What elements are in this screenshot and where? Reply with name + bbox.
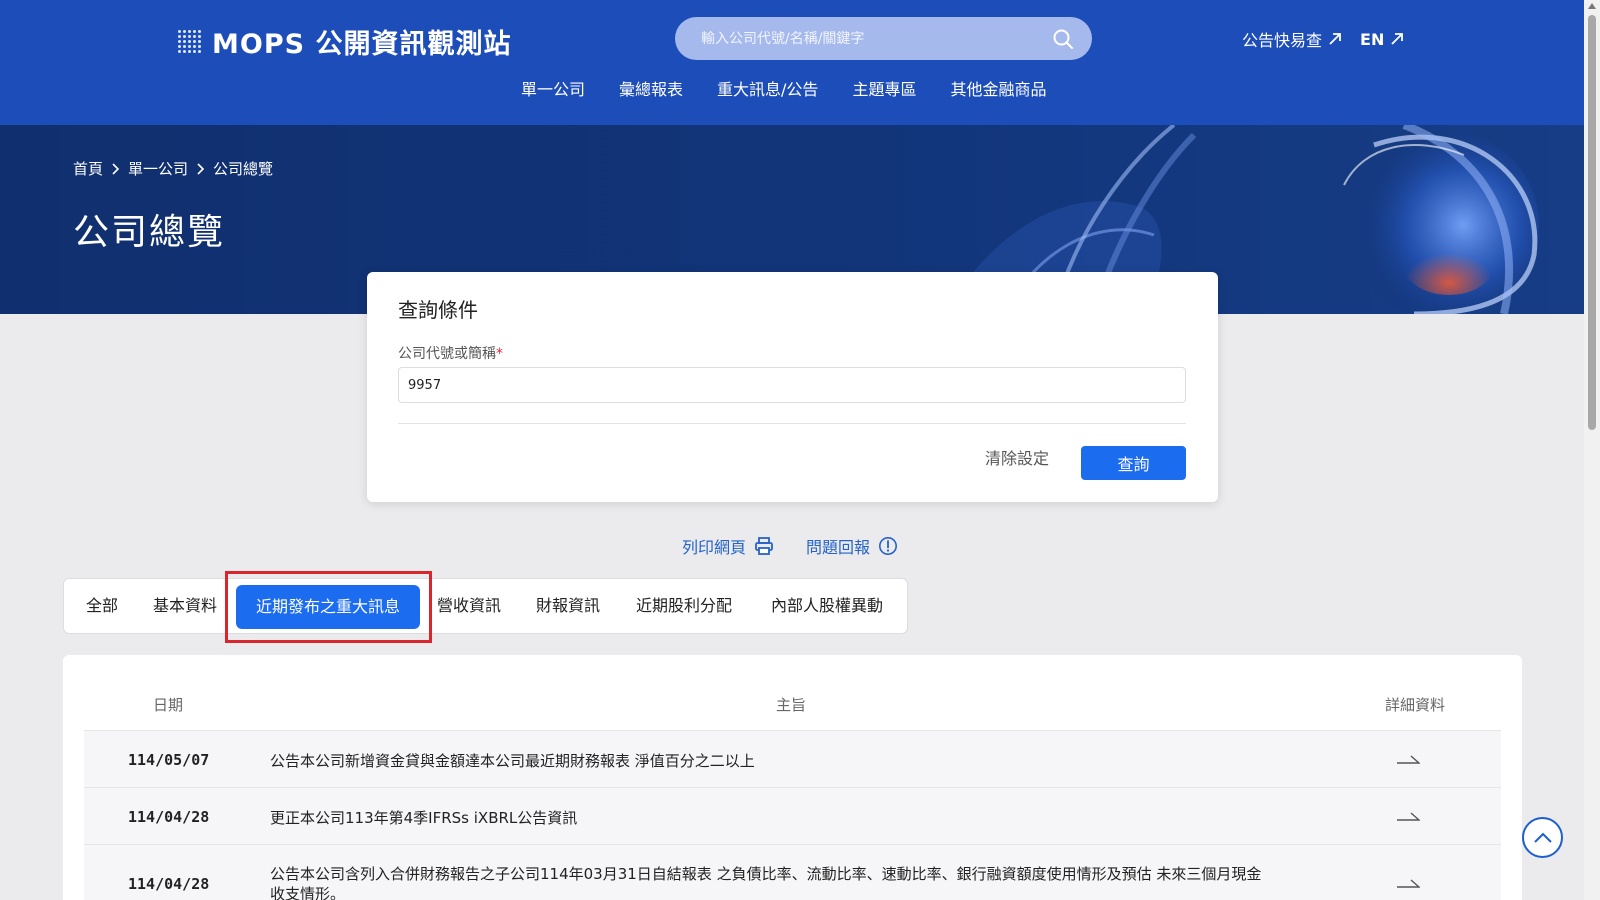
tab-financial-report[interactable]: 財報資訊 [536, 592, 600, 616]
top-links: 公告快易查 EN [1242, 27, 1404, 51]
company-code-input[interactable] [398, 367, 1186, 403]
nav-other-products[interactable]: 其他金融商品 [950, 76, 1046, 100]
search-icon[interactable] [1052, 28, 1074, 50]
tab-recent-major-news[interactable]: 近期發布之重大訊息 [236, 585, 420, 629]
column-header-subject: 主旨 [776, 696, 807, 714]
row-subject: 公告本公司含列入合併財務報告之子公司114年03月31日自結報表 之負債比率、流… [270, 865, 1262, 900]
company-field-label-text: 公司代號或簡稱 [398, 346, 496, 362]
breadcrumb-home[interactable]: 首頁 [73, 158, 103, 179]
printer-icon [755, 537, 773, 555]
clear-settings-button[interactable]: 清除設定 [985, 445, 1049, 469]
info-circle-icon [879, 537, 898, 555]
breadcrumb: 首頁 單一公司 公司總覽 [73, 158, 273, 179]
page-scrollbar[interactable] [1584, 0, 1600, 900]
report-issue-link[interactable]: 問題回報 [806, 534, 898, 558]
row-subject: 公告本公司新增資金貸與金額達本公司最近期財務報表 淨值百分之二以上 [270, 752, 755, 770]
tab-dividend[interactable]: 近期股利分配 [636, 592, 732, 616]
quick-announcement-link[interactable]: 公告快易查 [1242, 27, 1342, 51]
query-card-title: 查詢條件 [398, 298, 478, 322]
tab-all[interactable]: 全部 [86, 592, 118, 616]
row-date: 114/04/28 [128, 875, 210, 893]
tab-revenue[interactable]: 營收資訊 [437, 592, 501, 616]
nav-single-company[interactable]: 單一公司 [521, 76, 585, 100]
tab-basic-info[interactable]: 基本資料 [153, 592, 217, 616]
logo-dots-icon [176, 29, 202, 55]
back-to-top-button[interactable] [1522, 817, 1563, 858]
arrow-right-icon[interactable] [1396, 754, 1420, 764]
site-logo[interactable]: MOPS 公開資訊觀測站 [176, 22, 511, 61]
category-tabs: 全部 基本資料 近期發布之重大訊息 營收資訊 財報資訊 近期股利分配 內部人股權… [63, 578, 908, 634]
nav-major-announcements[interactable]: 重大訊息/公告 [717, 76, 818, 100]
scrollbar-thumb[interactable] [1588, 15, 1596, 430]
required-mark: * [496, 346, 503, 362]
table-row: 114/04/28 更正本公司113年第4季IFRSs iXBRL公告資訊 [84, 787, 1501, 844]
nav-topics[interactable]: 主題專區 [852, 76, 916, 100]
external-link-icon [1391, 33, 1404, 45]
scroll-up-arrow-icon[interactable] [1588, 3, 1596, 9]
breadcrumb-current: 公司總覽 [213, 160, 274, 178]
row-subject: 更正本公司113年第4季IFRSs iXBRL公告資訊 [270, 809, 578, 827]
row-date: 114/05/07 [128, 751, 210, 769]
print-page-label: 列印網頁 [682, 538, 747, 557]
card-divider [398, 423, 1186, 424]
query-card: 查詢條件 公司代號或簡稱* 清除設定 查詢 [367, 272, 1218, 502]
print-page-link[interactable]: 列印網頁 [682, 534, 774, 558]
search-input[interactable] [701, 30, 1052, 47]
column-header-detail: 詳細資料 [1385, 696, 1446, 714]
company-field-label: 公司代號或簡稱* [398, 343, 503, 363]
arrow-right-icon[interactable] [1396, 811, 1420, 821]
utility-links: 列印網頁 問題回報 [682, 534, 898, 558]
english-label: EN [1360, 29, 1385, 49]
logo-text: MOPS 公開資訊觀測站 [212, 29, 512, 60]
nav-summary-reports[interactable]: 彙總報表 [619, 76, 683, 100]
query-button[interactable]: 查詢 [1081, 446, 1186, 480]
search-bar [675, 17, 1092, 60]
column-header-date: 日期 [153, 696, 184, 714]
chevron-right-icon [112, 162, 120, 175]
arrow-right-icon[interactable] [1396, 878, 1420, 888]
table-row: 114/04/28 公告本公司含列入合併財務報告之子公司114年03月31日自結… [84, 844, 1501, 900]
external-link-icon [1329, 33, 1341, 45]
english-link[interactable]: EN [1360, 27, 1404, 51]
site-header: MOPS 公開資訊觀測站 公告快易查 EN 單一公司 彙總報表 重大訊息/公告 … [0, 0, 1584, 125]
tab-insider-holdings[interactable]: 內部人股權異動 [771, 592, 883, 616]
breadcrumb-single-company[interactable]: 單一公司 [128, 158, 188, 179]
page-title: 公司總覽 [73, 212, 226, 253]
report-issue-label: 問題回報 [806, 538, 871, 557]
chevron-up-icon [1533, 832, 1552, 843]
table-row: 114/05/07 公告本公司新增資金貸與金額達本公司最近期財務報表 淨值百分之… [84, 730, 1501, 787]
quick-announcement-label: 公告快易查 [1242, 31, 1323, 50]
row-date: 114/04/28 [128, 808, 210, 826]
chevron-right-icon [197, 162, 205, 175]
main-nav: 單一公司 彙總報表 重大訊息/公告 主題專區 其他金融商品 [521, 76, 1046, 100]
announcements-table: 日期 主旨 詳細資料 114/05/07 公告本公司新增資金貸與金額達本公司最近… [63, 655, 1522, 900]
